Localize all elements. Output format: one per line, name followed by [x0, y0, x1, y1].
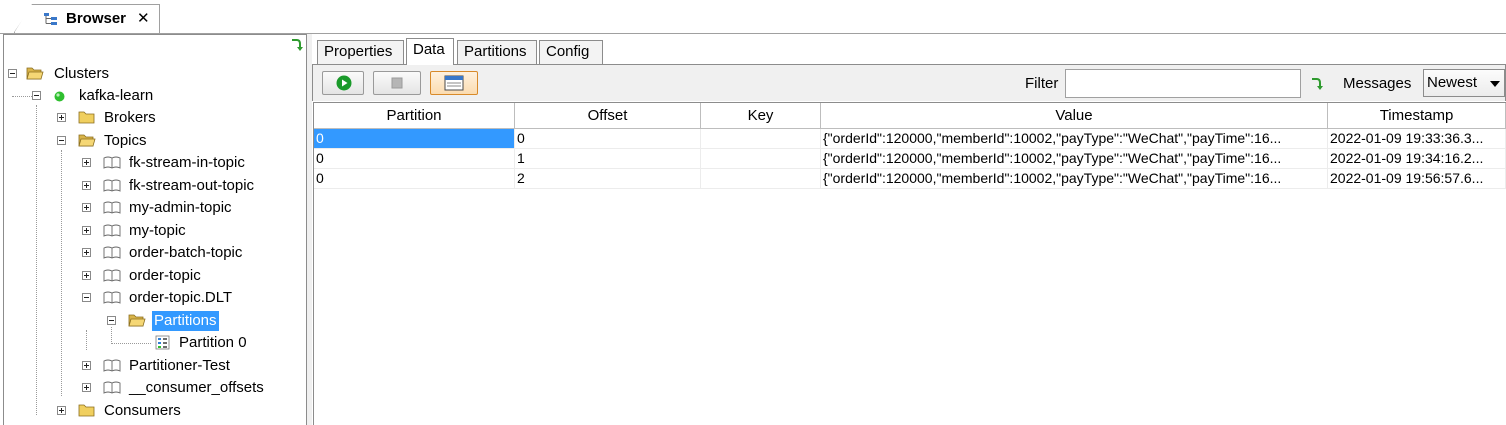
chevron-down-icon — [1490, 81, 1500, 87]
column-header-value[interactable]: Value — [821, 103, 1328, 129]
cell-key[interactable] — [701, 149, 821, 169]
refresh-icon[interactable] — [289, 38, 303, 52]
messages-table: Partition Offset Key Value Timestamp 0 0… — [313, 102, 1506, 425]
stop-button[interactable] — [373, 71, 421, 95]
cell-key[interactable] — [701, 129, 821, 149]
expand-toggle[interactable] — [82, 181, 91, 190]
cell-timestamp[interactable]: 2022-01-09 19:33:36.3... — [1328, 129, 1506, 149]
expand-toggle[interactable] — [82, 248, 91, 257]
messages-label: Messages — [1343, 75, 1412, 92]
topic-book-icon — [103, 201, 121, 214]
tree-node-label: order-topic.DLT — [129, 289, 233, 306]
filter-input[interactable] — [1065, 69, 1301, 98]
column-header-partition[interactable]: Partition — [314, 103, 515, 129]
close-tab-icon[interactable]: ✕ — [137, 9, 150, 27]
expand-toggle[interactable] — [82, 226, 91, 235]
tree-node-label: kafka-learn — [79, 87, 154, 104]
open-folder-icon — [26, 67, 44, 80]
tab-config[interactable]: Config — [539, 40, 603, 64]
cell-value[interactable]: {"orderId":120000,"memberId":10002,"payT… — [821, 129, 1328, 149]
collapse-toggle[interactable] — [82, 293, 91, 302]
topic-book-icon — [103, 156, 121, 169]
tree-guide-line — [61, 150, 62, 396]
tree-node-label: Clusters — [54, 65, 110, 82]
filter-label: Filter — [1025, 75, 1059, 92]
collapse-toggle[interactable] — [8, 69, 17, 78]
expand-toggle[interactable] — [82, 158, 91, 167]
tree-node-label: Consumers — [104, 402, 181, 419]
folder-icon — [78, 404, 95, 417]
tree-node-label: fk-stream-in-topic — [129, 154, 245, 171]
tree-node-label: order-topic — [129, 267, 201, 284]
cell-key[interactable] — [701, 169, 821, 189]
tab-partitions[interactable]: Partitions — [457, 40, 537, 64]
partition-grid-icon — [155, 335, 170, 350]
stop-icon — [391, 77, 403, 89]
column-header-timestamp[interactable]: Timestamp — [1328, 103, 1506, 129]
tree-guide-line — [36, 105, 37, 415]
tree-node-label: my-admin-topic — [129, 199, 232, 216]
data-toolbar — [312, 65, 1506, 101]
topic-book-icon — [103, 291, 121, 304]
browser-tab[interactable]: Browser ✕ — [14, 4, 160, 33]
expand-toggle[interactable] — [82, 203, 91, 212]
tree-guide-line — [86, 330, 87, 350]
collapse-toggle[interactable] — [57, 136, 66, 145]
tree-node-label: Partitioner-Test — [129, 357, 230, 374]
cell-offset[interactable]: 1 — [515, 149, 701, 169]
folder-icon — [78, 111, 95, 124]
editor-tab-strip — [0, 0, 1506, 34]
expand-toggle[interactable] — [82, 383, 91, 392]
topic-book-icon — [103, 246, 121, 259]
open-folder-icon — [78, 134, 96, 147]
topic-book-icon — [103, 179, 121, 192]
cell-offset[interactable]: 0 — [515, 129, 701, 149]
view-mode-button[interactable] — [430, 71, 478, 95]
tree-node-label: Topics — [104, 132, 147, 149]
tree-node-label: Brokers — [104, 109, 156, 126]
tab-data[interactable]: Data — [406, 38, 454, 65]
column-header-key[interactable]: Key — [701, 103, 821, 129]
start-button[interactable] — [322, 71, 364, 95]
collapse-toggle[interactable] — [32, 91, 41, 100]
tree-node-label: Partition 0 — [179, 334, 247, 351]
topic-book-icon — [103, 381, 121, 394]
tab-properties[interactable]: Properties — [317, 40, 404, 64]
open-folder-icon — [128, 314, 146, 327]
expand-toggle[interactable] — [57, 113, 66, 122]
cell-partition[interactable]: 0 — [314, 169, 515, 189]
tree-panel: Clusters kafka-learn Brokers Topics fk-s… — [3, 34, 307, 425]
expand-toggle[interactable] — [57, 406, 66, 415]
browser-tree-icon — [44, 13, 57, 25]
tree-node-label: __consumer_offsets — [129, 379, 264, 396]
apply-filter-icon[interactable] — [1309, 77, 1323, 91]
topic-book-icon — [103, 359, 121, 372]
cell-offset[interactable]: 2 — [515, 169, 701, 189]
play-icon — [336, 75, 352, 91]
connected-status-icon — [54, 91, 65, 102]
messages-selected-value: Newest — [1427, 74, 1478, 91]
collapse-toggle[interactable] — [107, 316, 116, 325]
expand-toggle[interactable] — [82, 271, 91, 280]
tree-node-label: Partitions — [152, 311, 219, 331]
cell-partition[interactable]: 0 — [314, 129, 515, 149]
window-view-icon — [444, 75, 464, 91]
messages-select[interactable]: Newest — [1423, 69, 1505, 97]
cell-timestamp[interactable]: 2022-01-09 19:34:16.2... — [1328, 149, 1506, 169]
tree-guide-line — [111, 327, 112, 344]
cell-value[interactable]: {"orderId":120000,"memberId":10002,"payT… — [821, 169, 1328, 189]
detail-panel: Properties Data Partitions Config Filter… — [312, 34, 1506, 425]
topic-book-icon — [103, 224, 121, 237]
tree-node-label: fk-stream-out-topic — [129, 177, 255, 194]
tree-node-label: my-topic — [129, 222, 186, 239]
browser-tab-label: Browser — [66, 10, 127, 27]
column-header-offset[interactable]: Offset — [515, 103, 701, 129]
cell-timestamp[interactable]: 2022-01-09 19:56:57.6... — [1328, 169, 1506, 189]
topic-book-icon — [103, 269, 121, 282]
expand-toggle[interactable] — [82, 361, 91, 370]
cell-partition[interactable]: 0 — [314, 149, 515, 169]
tree-node-label: order-batch-topic — [129, 244, 243, 261]
cell-value[interactable]: {"orderId":120000,"memberId":10002,"payT… — [821, 149, 1328, 169]
